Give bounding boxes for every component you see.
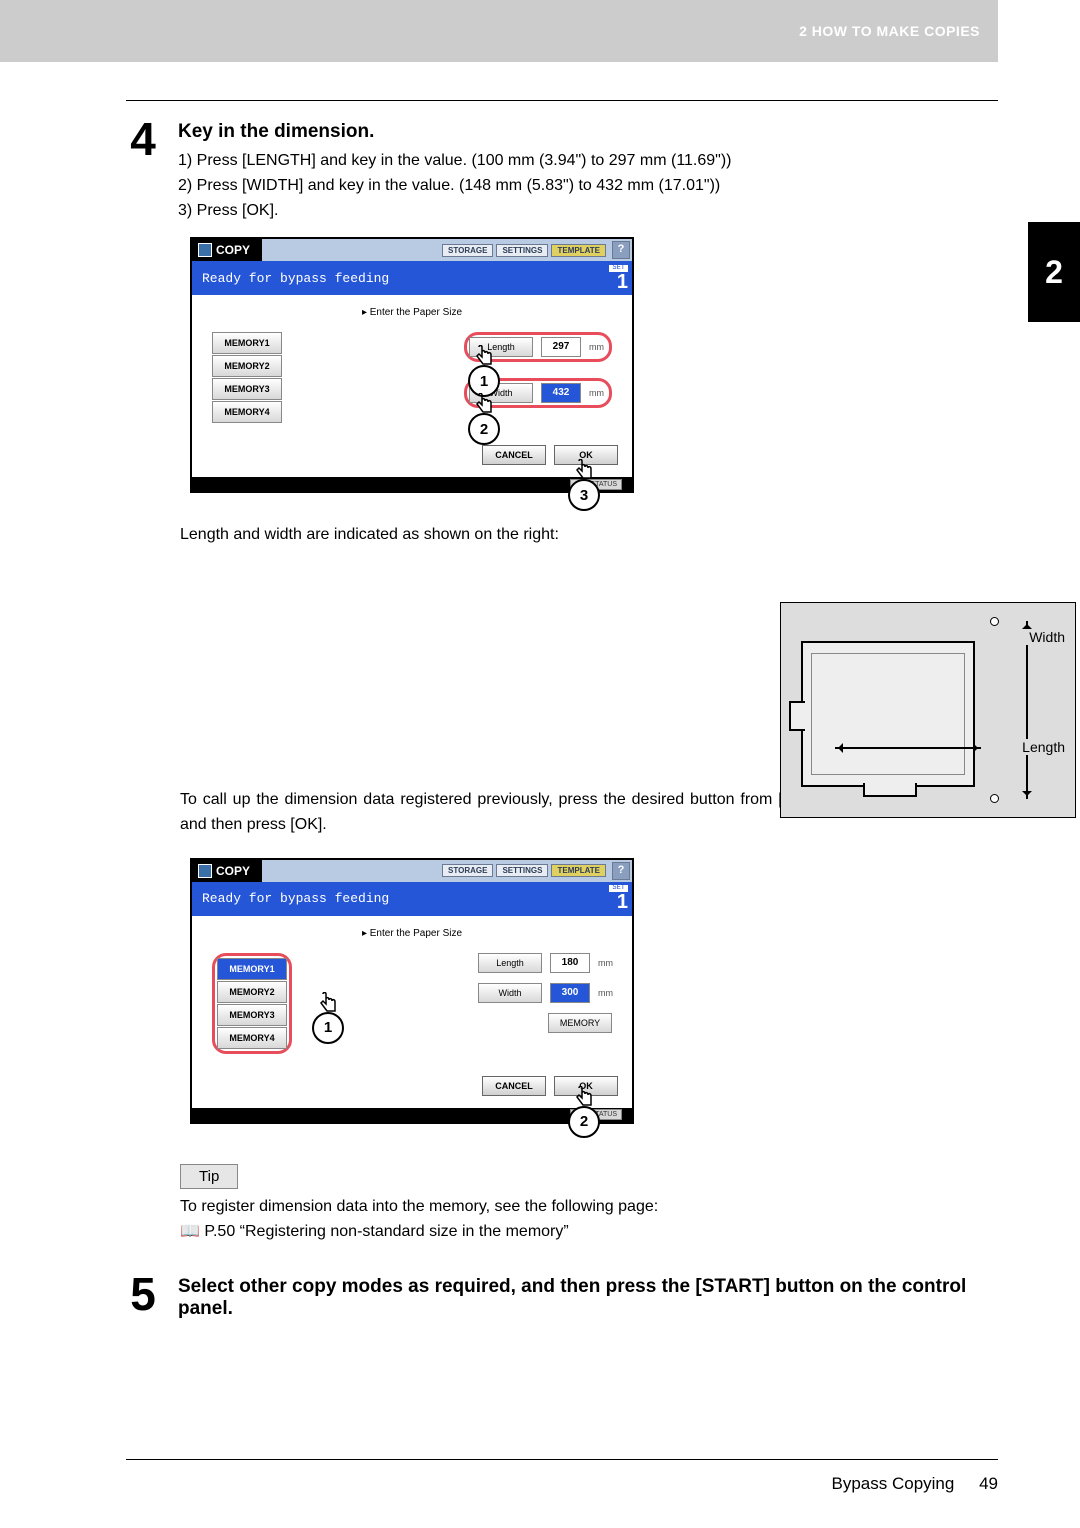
enter-label: ▸ Enter the Paper Size	[192, 303, 632, 332]
copy-tab[interactable]: COPY	[192, 860, 262, 882]
chapter-tab: 2	[1028, 222, 1080, 322]
length-button[interactable]: Length	[478, 953, 542, 973]
page-header: 2 HOW TO MAKE COPIES	[28, 0, 998, 62]
tip-label: Tip	[180, 1164, 238, 1189]
callout-2: 2	[568, 1106, 600, 1138]
settings-tab[interactable]: SETTINGS	[496, 864, 548, 877]
length-value[interactable]: 180	[550, 953, 590, 973]
header-section: 2 HOW TO MAKE COPIES	[799, 23, 980, 39]
help-button[interactable]: ?	[612, 241, 630, 259]
memory2-button[interactable]: MEMORY2	[217, 981, 287, 1003]
memory1-button[interactable]: MEMORY1	[212, 332, 282, 354]
status-text: Ready for bypass feeding	[202, 271, 389, 286]
length-label: Length	[1018, 739, 1069, 755]
hand-pointer-icon	[473, 393, 495, 415]
status-text: Ready for bypass feeding	[202, 891, 389, 906]
step-4-item-1: 1) Press [LENGTH] and key in the value. …	[178, 149, 998, 174]
touch-panel-a: COPY STORAGE SETTINGS TEMPLATE ? Ready f…	[190, 237, 634, 493]
hand-pointer-icon	[573, 459, 595, 481]
copy-icon	[198, 864, 212, 878]
memory3-button[interactable]: MEMORY3	[217, 1004, 287, 1026]
width-arrow	[993, 621, 1061, 799]
step-4-number: 4	[126, 119, 160, 160]
orientation-diagram: Width Length	[780, 602, 1076, 818]
memory4-button[interactable]: MEMORY4	[212, 401, 282, 423]
step-5-title: Select other copy modes as required, and…	[178, 1276, 998, 1320]
width-button[interactable]: Width	[478, 983, 542, 1003]
storage-tab[interactable]: STORAGE	[442, 864, 493, 877]
footer: Bypass Copying 49	[832, 1474, 999, 1494]
step-5: 5 Select other copy modes as required, a…	[126, 1274, 998, 1326]
template-tab[interactable]: TEMPLATE	[551, 244, 606, 257]
copy-icon	[198, 243, 212, 257]
step-4-item-2: 2) Press [WIDTH] and key in the value. (…	[178, 174, 998, 199]
memory-button[interactable]: MEMORY	[548, 1013, 612, 1033]
hand-pointer-icon	[473, 345, 495, 367]
cancel-button[interactable]: CANCEL	[482, 445, 546, 465]
footer-section: Bypass Copying	[832, 1474, 955, 1493]
note-length-width: Length and width are indicated as shown …	[180, 523, 998, 548]
tip-line-2: 📖 P.50 “Registering non-standard size in…	[180, 1220, 998, 1245]
footer-rule	[126, 1459, 998, 1460]
length-value[interactable]: 297	[541, 337, 581, 357]
template-tab[interactable]: TEMPLATE	[551, 864, 606, 877]
memory4-button[interactable]: MEMORY4	[217, 1027, 287, 1049]
step-5-number: 5	[126, 1274, 160, 1315]
step-4: 4 Key in the dimension. 1) Press [LENGTH…	[126, 119, 998, 223]
width-value[interactable]: 300	[550, 983, 590, 1003]
callout-1: 1	[312, 1012, 344, 1044]
callout-3: 3	[568, 479, 600, 511]
enter-label: ▸ Enter the Paper Size	[192, 924, 632, 953]
help-button[interactable]: ?	[612, 862, 630, 880]
memory3-button[interactable]: MEMORY3	[212, 378, 282, 400]
cancel-button[interactable]: CANCEL	[482, 1076, 546, 1096]
settings-tab[interactable]: SETTINGS	[496, 244, 548, 257]
tip-line-1: To register dimension data into the memo…	[180, 1195, 998, 1220]
top-rule	[126, 100, 998, 101]
memory2-button[interactable]: MEMORY2	[212, 355, 282, 377]
footer-page: 49	[979, 1474, 998, 1493]
width-value[interactable]: 432	[541, 383, 581, 403]
step-4-title: Key in the dimension.	[178, 121, 998, 143]
step-4-item-3: 3) Press [OK].	[178, 199, 998, 224]
copy-tab[interactable]: COPY	[192, 239, 262, 261]
touch-panel-b: COPY STORAGE SETTINGS TEMPLATE ? Ready f…	[190, 858, 634, 1124]
length-arrow	[835, 747, 981, 749]
storage-tab[interactable]: STORAGE	[442, 244, 493, 257]
hand-pointer-icon	[573, 1086, 595, 1108]
hand-pointer-icon	[317, 992, 339, 1014]
width-label: Width	[1025, 629, 1069, 645]
memory1-button[interactable]: MEMORY1	[217, 958, 287, 980]
